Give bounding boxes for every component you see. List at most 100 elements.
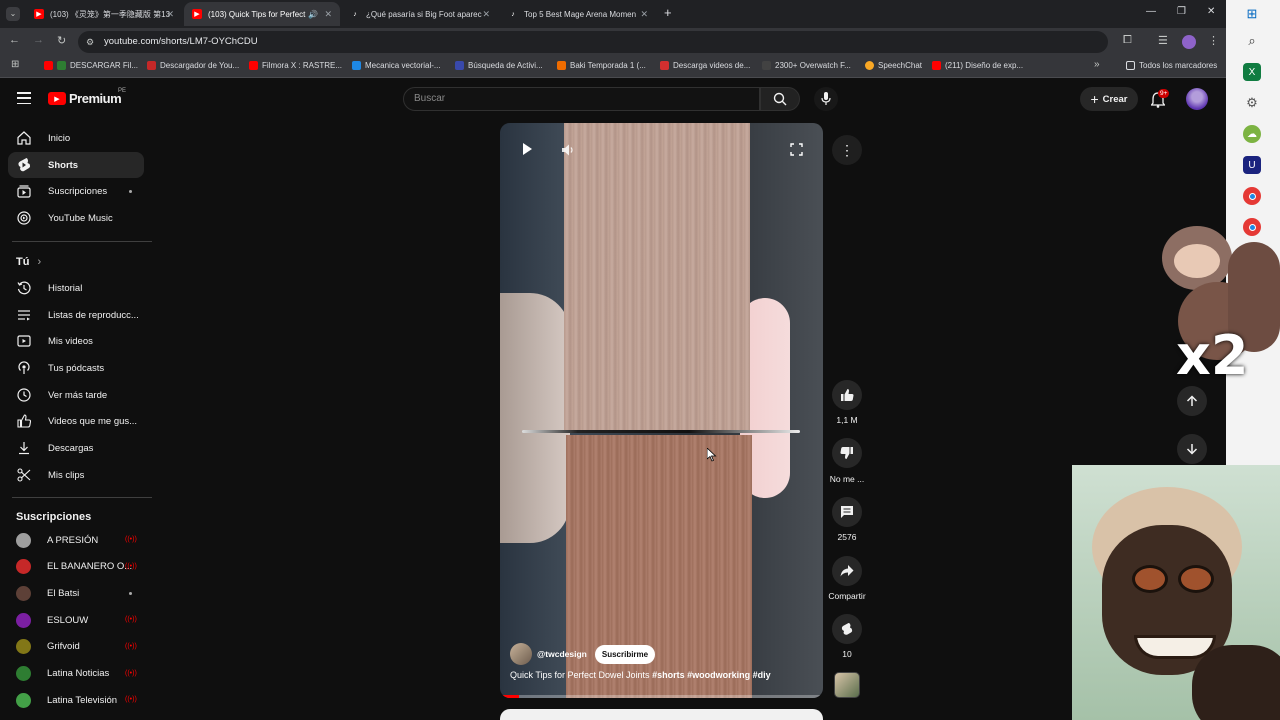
tab-title: (103) Quick Tips for Perfect: [208, 9, 306, 19]
close-tab-icon[interactable]: ✕: [640, 9, 648, 20]
sidebar-item-ver-mas-tarde[interactable]: Ver más tarde: [8, 382, 144, 408]
sidebar-item-suscripciones[interactable]: Suscripciones: [8, 178, 144, 204]
new-tab-button[interactable]: +: [664, 5, 672, 20]
media-control-icon[interactable]: ☰: [1158, 34, 1168, 47]
more-options-button[interactable]: ⋮: [832, 135, 862, 165]
sidebar-item-mis-videos[interactable]: Mis videos: [8, 328, 144, 354]
audio-playing-icon[interactable]: 🔊: [308, 10, 318, 19]
settings-icon[interactable]: ⚙: [1243, 94, 1261, 112]
bookmark-item[interactable]: Descargador de You...: [147, 61, 239, 70]
bookmark-item[interactable]: Descarga videos de...: [660, 61, 750, 70]
address-bar[interactable]: ⚙ youtube.com/shorts/LM7-OYChCDU: [78, 31, 1108, 53]
reload-icon[interactable]: ↻: [57, 34, 66, 47]
you-section-title[interactable]: Tú ›: [16, 256, 41, 268]
sidebar-item-listas[interactable]: Listas de reproducc...: [8, 302, 144, 328]
sidebar-item-mis-clips[interactable]: Mis clips: [8, 462, 144, 488]
sidebar-item-label: Inicio: [48, 132, 71, 144]
bookmark-item[interactable]: Filmora X : RASTRE...: [249, 61, 342, 70]
subscription-item[interactable]: El Batsi: [8, 580, 144, 606]
close-tab-icon[interactable]: ✕: [166, 9, 174, 20]
search-input[interactable]: Buscar: [403, 87, 760, 111]
site-info-icon[interactable]: ⚙: [86, 31, 94, 53]
close-window-button[interactable]: ✕: [1207, 6, 1215, 17]
remix-button[interactable]: [832, 614, 862, 644]
maximize-button[interactable]: ❐: [1177, 6, 1186, 17]
sound-thumbnail[interactable]: [834, 672, 860, 698]
subscription-item[interactable]: Grifvoid: [8, 633, 144, 659]
next-short-button[interactable]: [1177, 434, 1207, 464]
like-button[interactable]: [832, 380, 862, 410]
all-bookmarks[interactable]: Todos los marcadores: [1126, 61, 1217, 70]
feather-icon: [352, 61, 361, 70]
app-u-icon[interactable]: U: [1243, 156, 1261, 174]
bookmark-icon: [557, 61, 566, 70]
bookmark-item[interactable]: Búsqueda de Activi...: [455, 61, 543, 70]
subscription-item[interactable]: ESLOUW: [8, 607, 144, 633]
subscribe-button[interactable]: Suscribirme: [594, 644, 656, 664]
shorts-icon: [16, 157, 32, 173]
search-button[interactable]: [760, 87, 800, 111]
comments-button[interactable]: [832, 497, 862, 527]
youtube-logo[interactable]: ▶ Premium PE: [48, 88, 126, 106]
channel-handle[interactable]: @twcdesign: [537, 649, 587, 659]
back-icon[interactable]: ←: [9, 34, 20, 46]
tab-3[interactable]: ♪ Top 5 Best Mage Arena Momen ✕: [500, 2, 656, 26]
avatar[interactable]: [1186, 88, 1208, 110]
volume-icon[interactable]: [561, 143, 575, 157]
tab-0[interactable]: ▶ (103) 《灵笼》第一季隐藏版 第13 ✕: [26, 2, 182, 26]
search-icon[interactable]: ⌕: [1243, 32, 1261, 50]
bookmark-item[interactable]: (211) Diseño de exp...: [932, 61, 1023, 70]
chrome-icon[interactable]: [1243, 187, 1261, 205]
extensions-icon[interactable]: ⧠: [1123, 34, 1132, 47]
short-title-text: Quick Tips for Perfect Dowel Joints: [510, 670, 653, 680]
bookmark-item[interactable]: DESCARGAR Fil...: [44, 61, 138, 70]
windows-start-icon[interactable]: ⊞: [1243, 5, 1261, 23]
previous-short-button[interactable]: [1177, 386, 1207, 416]
sidebar-item-shorts[interactable]: Shorts: [8, 152, 144, 178]
chrome-menu-icon[interactable]: ⋮: [1208, 34, 1219, 47]
sidebar-item-videos-que-me-gustan[interactable]: Videos que me gus...: [8, 408, 144, 434]
voice-search-button[interactable]: [814, 87, 838, 111]
monkey-webcam: [1072, 465, 1280, 720]
menu-icon[interactable]: [17, 92, 31, 104]
excel-icon[interactable]: X: [1243, 63, 1261, 81]
tab-1[interactable]: ▶ (103) Quick Tips for Perfect ✕ 🔊: [184, 2, 340, 26]
notifications-button[interactable]: 9+: [1150, 89, 1170, 108]
hashtags[interactable]: #shorts #woodworking #diy: [652, 670, 771, 680]
subscription-item[interactable]: Latina Noticias: [8, 660, 144, 686]
sidebar-item-historial[interactable]: Historial: [8, 275, 144, 301]
progress-track[interactable]: [500, 695, 823, 698]
arrow-down-icon: [1186, 444, 1198, 455]
tab-search-icon[interactable]: ⌄: [6, 7, 20, 21]
bookmark-label: Mecanica vectorial-...: [365, 61, 441, 70]
profile-avatar[interactable]: [1182, 35, 1196, 49]
speech-icon: [865, 61, 874, 70]
bookmark-item[interactable]: 2300+ Overwatch F...: [762, 61, 851, 70]
sidebar-item-youtube-music[interactable]: YouTube Music: [8, 205, 144, 231]
close-tab-icon[interactable]: ✕: [482, 9, 490, 20]
play-icon[interactable]: [520, 142, 534, 156]
sidebar-item-descargas[interactable]: Descargas: [8, 435, 144, 461]
forward-icon[interactable]: →: [33, 34, 44, 46]
subscription-item[interactable]: EL BANANERO O...: [8, 553, 144, 579]
fullscreen-icon[interactable]: [790, 143, 803, 156]
close-tab-icon[interactable]: ✕: [324, 9, 332, 20]
dislike-button[interactable]: [832, 438, 862, 468]
tab-2[interactable]: ♪ ¿Qué pasaría si Big Foot aparec ✕: [342, 2, 498, 26]
bookmark-item[interactable]: Baki Temporada 1 (...: [557, 61, 646, 70]
sidebar-item-inicio[interactable]: Inicio: [8, 125, 144, 151]
channel-avatar[interactable]: [510, 643, 532, 665]
more-bookmarks-icon[interactable]: »: [1094, 59, 1100, 70]
apps-icon[interactable]: ⊞: [11, 59, 19, 70]
create-button[interactable]: + Crear: [1080, 87, 1138, 111]
bookmark-item[interactable]: Mecanica vectorial-...: [352, 61, 441, 70]
minimize-button[interactable]: —: [1146, 6, 1156, 17]
subscription-item[interactable]: Latina Televisión: [8, 687, 144, 713]
share-button[interactable]: [832, 556, 862, 586]
shorts-player[interactable]: @twcdesign Suscribirme Quick Tips for Pe…: [500, 123, 823, 698]
bookmark-item[interactable]: SpeechChat: [865, 61, 922, 70]
podcast-icon: [16, 360, 32, 376]
sidebar-item-podcasts[interactable]: Tus pódcasts: [8, 355, 144, 381]
cloud-icon[interactable]: ☁: [1243, 125, 1261, 143]
subscription-item[interactable]: A PRESIÓN: [8, 527, 144, 553]
